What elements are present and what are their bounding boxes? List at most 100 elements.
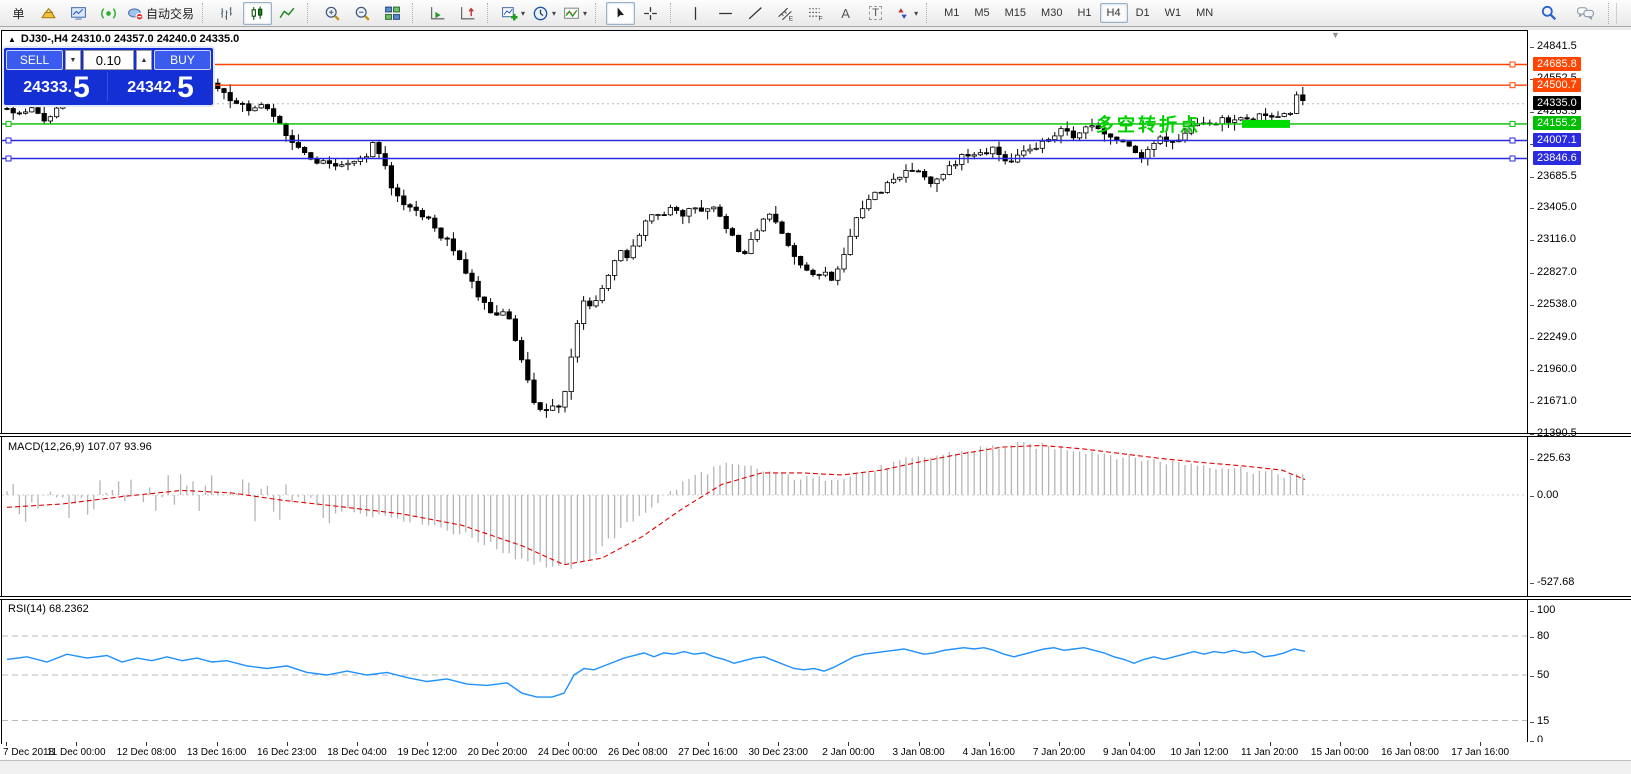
chart-shift-button[interactable] <box>453 2 482 25</box>
vertical-line-tool-button[interactable] <box>681 2 710 25</box>
timeframe-d1-button[interactable]: D1 <box>1129 3 1157 23</box>
rsi-tick-label: 50 <box>1537 669 1549 681</box>
periods-dropdown-arrow[interactable]: ▾ <box>552 9 556 18</box>
macd-tick-label: 0.00 <box>1537 489 1558 501</box>
time-tick <box>76 742 77 746</box>
search-button[interactable] <box>1534 2 1563 25</box>
signal-icon <box>100 5 117 22</box>
indicators-dropdown-arrow[interactable]: ▾ <box>583 9 587 18</box>
price-chart-canvas[interactable] <box>2 31 1527 433</box>
time-tick <box>1270 742 1271 746</box>
volume-decrease-button[interactable]: ▼ <box>65 50 81 70</box>
tile-windows-button[interactable] <box>378 2 407 25</box>
time-axis-label: 9 Jan 04:00 <box>1103 747 1155 758</box>
macd-canvas[interactable] <box>2 437 1527 596</box>
chart-title: ▲ DJ30-,H4 24310.0 24357.0 24240.0 24335… <box>8 33 239 45</box>
cursor-tool-button[interactable] <box>606 2 635 25</box>
indicators-button[interactable]: ▾ <box>560 2 590 25</box>
chart-window-icon <box>70 5 87 22</box>
text-label-tool-button[interactable]: T <box>861 2 890 25</box>
current-price-price-badge: 24335.0 <box>1533 96 1581 110</box>
timeframe-h1-button[interactable]: H1 <box>1070 3 1098 23</box>
zoom-in-icon <box>324 5 341 22</box>
time-axis-label: 3 Jan 08:00 <box>892 747 944 758</box>
timeframe-m5-button[interactable]: M5 <box>967 3 996 23</box>
buy-price[interactable]: 24342. 5 <box>110 72 211 101</box>
zoom-out-button[interactable] <box>348 2 377 25</box>
svg-text:E: E <box>789 15 793 22</box>
volume-increase-button[interactable]: ▲ <box>136 50 152 70</box>
arrows-dropdown-arrow[interactable]: ▾ <box>914 9 918 18</box>
chart-shift-marker-icon[interactable]: ▼ <box>1331 30 1340 40</box>
time-tick <box>146 742 147 746</box>
chat-button[interactable] <box>1571 2 1600 25</box>
time-axis-label: 24 Dec 00:00 <box>538 747 598 758</box>
timeframe-w1-button[interactable]: W1 <box>1158 3 1189 23</box>
price-tick-label: 23405.0 <box>1537 201 1577 213</box>
timeframe-m30-button[interactable]: M30 <box>1034 3 1069 23</box>
time-tick <box>778 742 779 746</box>
gold-ingot-button[interactable] <box>34 2 63 25</box>
chat-icon <box>1576 4 1595 22</box>
line-chart-mode-button[interactable] <box>273 2 302 25</box>
time-axis-label: 13 Dec 16:00 <box>187 747 247 758</box>
chart-shift-icon <box>459 5 476 22</box>
search-icon <box>1540 4 1558 22</box>
text-tool-icon: A <box>841 6 850 21</box>
timeframe-mn-button[interactable]: MN <box>1189 3 1220 23</box>
time-tick <box>848 742 849 746</box>
sell-button[interactable]: SELL <box>6 50 63 70</box>
fibonacci-tool-button[interactable]: F <box>801 2 830 25</box>
auto-scroll-button[interactable] <box>423 2 452 25</box>
zoom-in-button[interactable] <box>318 2 347 25</box>
signal-button[interactable] <box>94 2 123 25</box>
timeframe-m15-button[interactable]: M15 <box>998 3 1033 23</box>
timeframe-h4-button[interactable]: H4 <box>1100 3 1128 23</box>
trade-panel-top-row: SELL ▼ ▲ BUY <box>4 48 213 72</box>
candlestick-mode-button[interactable] <box>243 2 272 25</box>
new-chart-dropdown-arrow[interactable]: ▾ <box>521 9 525 18</box>
macd-tick-label: -527.68 <box>1537 576 1574 588</box>
line-chart-icon <box>279 5 296 22</box>
sell-price[interactable]: 24333. 5 <box>6 72 108 101</box>
auto-scroll-icon <box>429 5 446 22</box>
crosshair-tool-button[interactable] <box>636 2 665 25</box>
trendline-tool-button[interactable] <box>741 2 770 25</box>
time-axis-label: 19 Dec 12:00 <box>397 747 457 758</box>
timeframe-m1-button[interactable]: M1 <box>937 3 966 23</box>
price-tick-label: 21390.5 <box>1537 427 1577 439</box>
time-tick <box>287 742 288 746</box>
buy-button[interactable]: BUY <box>154 50 211 70</box>
chart-title-text: DJ30-,H4 24310.0 24357.0 24240.0 24335.0 <box>21 33 239 45</box>
arrows-tool-icon <box>894 5 911 22</box>
buy-price-main: 24342. <box>127 75 176 101</box>
equidistant-channel-tool-button[interactable]: E <box>771 2 800 25</box>
time-axis[interactable]: 7 Dec 201811 Dec 00:0012 Dec 08:0013 Dec… <box>2 742 1631 760</box>
toolbar-overflow-grip[interactable] <box>1608 3 1617 24</box>
autotrading-button[interactable]: 自动交易 <box>124 2 197 25</box>
time-axis-label: 16 Jan 08:00 <box>1381 747 1439 758</box>
time-axis-label: 12 Dec 08:00 <box>117 747 177 758</box>
periods-button[interactable]: ▾ <box>529 2 559 25</box>
price-tick-label: 21960.0 <box>1537 363 1577 375</box>
price-axis[interactable]: 24841.524552.524263.523974.523685.523405… <box>1528 30 1631 746</box>
svg-text:F: F <box>819 15 823 22</box>
resistance-1-price-badge: 24685.8 <box>1533 57 1581 71</box>
spinner-up-icon: ▲ <box>141 57 148 64</box>
new-chart-button[interactable]: ▾ <box>498 2 528 25</box>
text-tool-button[interactable]: A <box>831 2 860 25</box>
time-tick <box>568 742 569 746</box>
price-tick-label: 22827.0 <box>1537 266 1577 278</box>
trade-panel-price-row: 24333. 5 24342. 5 <box>4 72 213 103</box>
chart-title-arrow-icon[interactable]: ▲ <box>8 35 16 44</box>
horizontal-line-tool-button[interactable] <box>711 2 740 25</box>
chart-window-button[interactable] <box>64 2 93 25</box>
bar-chart-mode-button[interactable] <box>213 2 242 25</box>
time-tick <box>1340 742 1341 746</box>
arrows-tool-button[interactable]: ▾ <box>891 2 921 25</box>
new-order-button[interactable]: 单 <box>4 2 33 25</box>
volume-input[interactable] <box>83 50 134 70</box>
rsi-canvas[interactable] <box>2 600 1527 742</box>
zoom-out-icon <box>354 5 371 22</box>
trendline-icon <box>747 5 764 22</box>
